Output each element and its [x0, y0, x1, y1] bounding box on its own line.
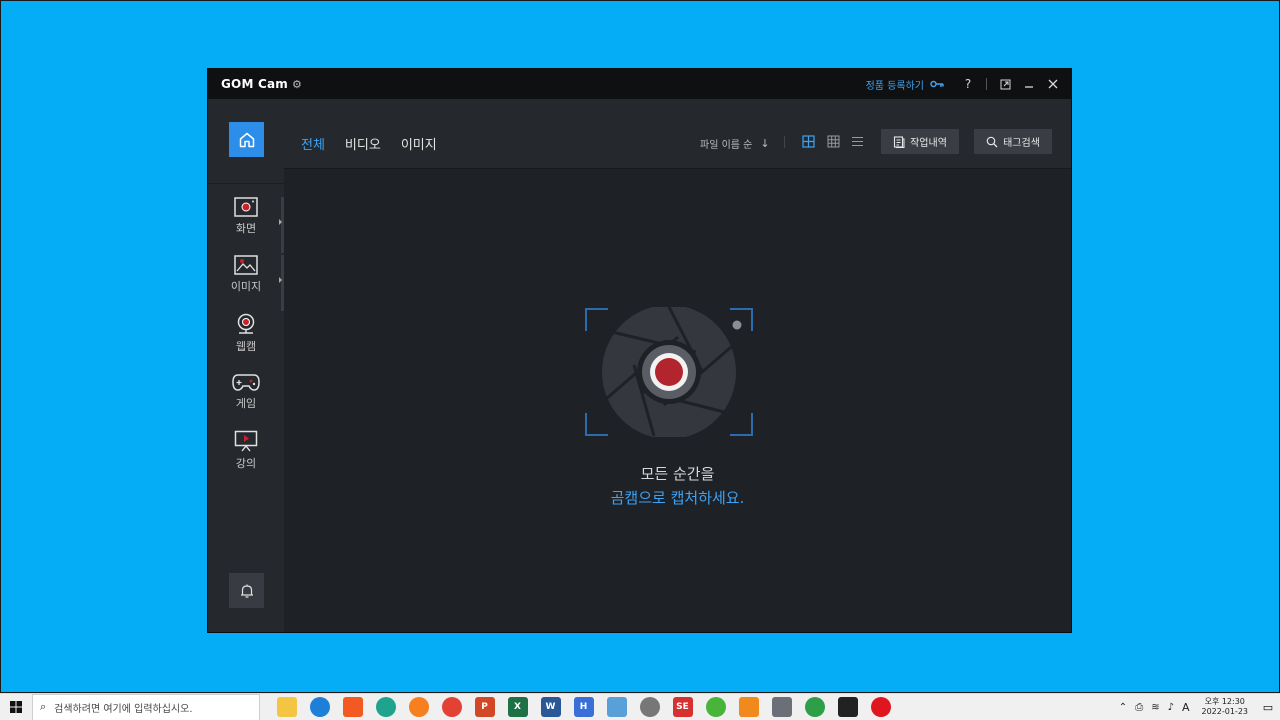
device-icon[interactable]: ⎙ [1135, 702, 1143, 713]
chevron-up-icon[interactable]: ⌃ [1119, 702, 1127, 713]
taskbar-search-input[interactable]: ⌕ 검색하려면 여기에 입력하십시오. [32, 693, 260, 720]
file-explorer-icon[interactable] [276, 697, 297, 717]
minimize-button[interactable] [1017, 72, 1041, 96]
tab-video[interactable]: 비디오 [345, 134, 381, 153]
history-label: 작업내역 [910, 138, 947, 149]
close-button[interactable] [1041, 72, 1065, 96]
history-button[interactable]: 작업내역 [881, 129, 959, 154]
tab-image[interactable]: 이미지 [401, 134, 437, 153]
register-link[interactable]: 정품 등록하기 [866, 77, 924, 92]
settings-gear-icon[interactable]: ⚙ [292, 78, 302, 91]
search-icon [986, 136, 998, 147]
title-bar[interactable]: GOM Cam ⚙ 정품 등록하기 ? [208, 69, 1071, 99]
start-button[interactable] [0, 694, 32, 720]
clock-date: 2022-01-23 [1201, 707, 1249, 716]
sidebar: 화면 이미지 웹캠 게임 강의 [208, 99, 284, 632]
small-grid-view-icon[interactable] [827, 135, 840, 148]
word-icon[interactable]: W [540, 697, 561, 717]
empty-state-slogan: 곰캠으로 캡처하세요. [610, 489, 745, 507]
chrome-alt-icon[interactable] [804, 697, 825, 717]
clock[interactable]: 오후 12:30 2022-01-23 [1202, 697, 1249, 717]
sidebar-item-label: 강의 [235, 457, 257, 470]
sticky-notes-icon[interactable] [837, 697, 858, 717]
wifi-icon[interactable]: ≋ [1151, 702, 1159, 713]
bell-icon [240, 584, 253, 598]
android-app-icon[interactable] [705, 697, 726, 717]
image-capture-icon [234, 255, 258, 275]
vlc-icon[interactable] [738, 697, 759, 717]
calculator-icon[interactable] [771, 697, 792, 717]
sidebar-item-label: 게임 [235, 397, 257, 410]
help-button[interactable]: ? [956, 72, 980, 96]
titlebar-divider [986, 78, 987, 90]
lecture-screen-icon [234, 430, 258, 452]
sidebar-item-label: 이미지 [230, 280, 262, 293]
webcam-icon [237, 313, 255, 334]
sidebar-divider [208, 183, 284, 184]
brave-browser-icon[interactable] [342, 697, 363, 717]
main-toolbar: 전체 비디오 이미지 파일 이름 순 ↓ 작업내역 태그검색 [284, 99, 1071, 169]
app-name: GOM Cam [221, 77, 288, 91]
remote-desktop-icon[interactable] [606, 697, 627, 717]
sidebar-item-label: 화면 [235, 222, 257, 235]
taskbar: ⌕ 검색하려면 여기에 입력하십시오. P X W H SE ⌃ ⎙ ≋ ♪ A… [0, 693, 1280, 720]
empty-state: 모든 순간을 곰캠으로 캡처하세요. [284, 170, 1071, 632]
expand-arrow-icon [279, 219, 282, 225]
sidebar-item-image[interactable]: 이미지 [208, 255, 284, 311]
sidebar-item-lecture[interactable]: 강의 [208, 430, 284, 486]
main-panel: 전체 비디오 이미지 파일 이름 순 ↓ 작업내역 태그검색 모든 순간을 곰캠… [284, 99, 1071, 632]
tab-bar: 전체 비디오 이미지 [301, 134, 457, 153]
volume-icon[interactable]: ♪ [1168, 702, 1174, 713]
history-icon [894, 135, 905, 148]
notification-button[interactable] [229, 573, 264, 608]
taskbar-search-placeholder: 검색하려면 여기에 입력하십시오. [54, 703, 193, 715]
system-tray: ⌃ ⎙ ≋ ♪ A 오후 12:30 2022-01-23 ▭ [1115, 694, 1280, 720]
camera-shutter-illustration [585, 307, 753, 437]
sidebar-item-screen[interactable]: 화면 [208, 197, 284, 253]
large-grid-view-icon[interactable] [802, 135, 815, 148]
expand-arrow-icon [279, 277, 282, 283]
taskbar-apps: P X W H SE [270, 697, 897, 717]
clock-time: 오후 12:30 [1204, 697, 1245, 706]
list-view-icon[interactable] [851, 135, 864, 148]
toolbar-divider [784, 136, 785, 148]
magnifier-app-icon[interactable] [639, 697, 660, 717]
snapedit-icon[interactable]: SE [672, 697, 693, 717]
ime-indicator[interactable]: A [1182, 701, 1190, 714]
search-icon: ⌕ [40, 700, 47, 713]
home-icon [239, 132, 254, 147]
notification-center-icon[interactable]: ▭ [1256, 701, 1280, 714]
sort-label: 파일 이름 순 [700, 140, 753, 151]
restore-button[interactable] [993, 72, 1017, 96]
chrome-icon[interactable] [441, 697, 462, 717]
opera-icon[interactable] [870, 697, 891, 717]
tab-all[interactable]: 전체 [301, 134, 325, 153]
tag-search-label: 태그검색 [1003, 138, 1040, 149]
whale-browser-icon[interactable] [375, 697, 396, 717]
edge-browser-icon[interactable] [309, 697, 330, 717]
sidebar-item-game[interactable]: 게임 [208, 372, 284, 428]
app-logo: GOM Cam ⚙ [221, 77, 302, 91]
home-button[interactable] [229, 122, 264, 157]
hwp-icon[interactable]: H [573, 697, 594, 717]
sidebar-item-webcam[interactable]: 웹캠 [208, 313, 284, 369]
sort-dropdown[interactable]: 파일 이름 순 ↓ [700, 136, 770, 151]
powerpoint-icon[interactable]: P [474, 697, 495, 717]
windows-logo-icon [10, 701, 22, 713]
gomcam-window: GOM Cam ⚙ 정품 등록하기 ? 화면 이미지 웹캠 게임 강의 전체 비… [207, 68, 1072, 633]
tag-search-button[interactable]: 태그검색 [974, 129, 1052, 154]
key-icon[interactable] [930, 78, 944, 91]
sort-direction-icon[interactable]: ↓ [760, 137, 769, 150]
screen-record-icon [234, 197, 258, 217]
firefox-icon[interactable] [408, 697, 429, 717]
sidebar-item-label: 웹캠 [235, 340, 257, 353]
gamepad-icon [232, 374, 260, 391]
empty-state-message: 모든 순간을 [640, 465, 715, 483]
excel-icon[interactable]: X [507, 697, 528, 717]
